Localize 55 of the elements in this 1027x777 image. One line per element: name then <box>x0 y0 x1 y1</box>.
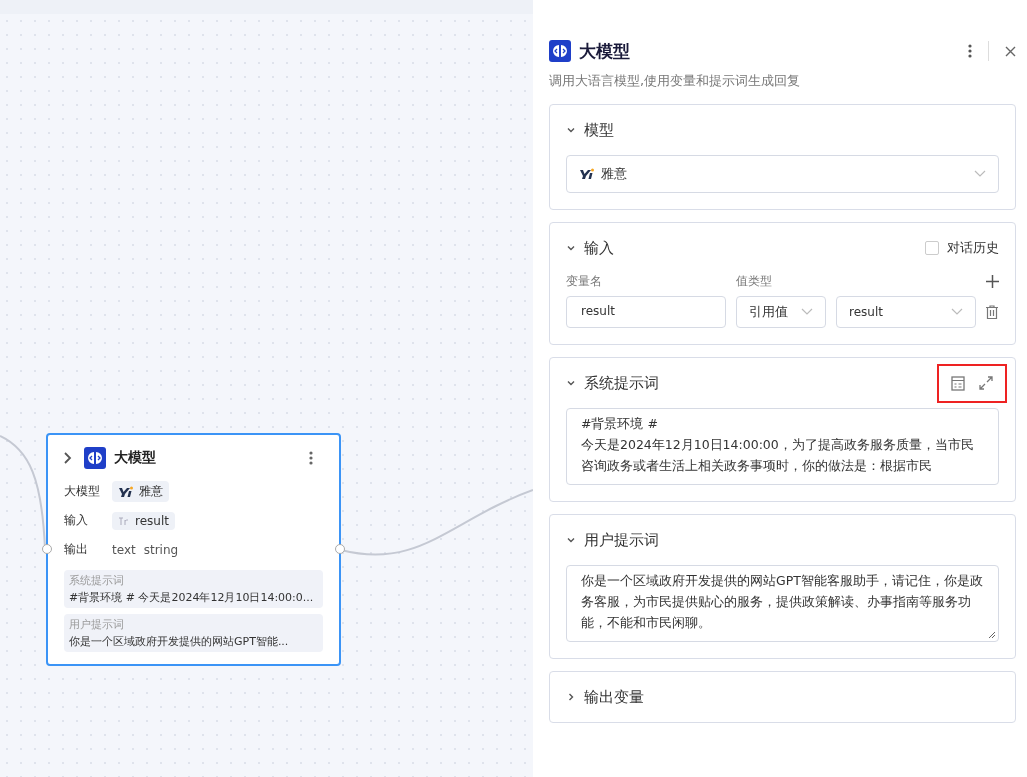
expand-icon[interactable] <box>979 376 993 390</box>
section-title[interactable]: 系统提示词 <box>584 373 659 393</box>
dropdown-chevron-icon <box>951 308 963 316</box>
preview-label: 系统提示词 <box>69 573 125 588</box>
value-type-select[interactable]: 引用值 <box>736 296 826 328</box>
node-title: 大模型 <box>114 449 156 467</box>
value-tag: result <box>112 511 175 530</box>
section-title[interactable]: 输出变量 <box>584 687 644 707</box>
chevron-right-icon[interactable] <box>64 452 72 464</box>
preview-text: #背景环境 # 今天是2024年12月10日14:00:0... <box>69 590 315 605</box>
chevron-icon[interactable] <box>566 125 576 135</box>
close-icon[interactable] <box>1005 45 1016 57</box>
value-tag: 雅意 <box>112 481 169 502</box>
reference-select[interactable]: result <box>836 296 976 328</box>
model-select[interactable]: 雅意 <box>566 155 999 193</box>
brain-icon <box>549 40 571 62</box>
chevron-icon[interactable] <box>566 692 576 702</box>
model-logo-icon <box>579 168 595 180</box>
prompt-text: 你是一个区域政府开发提供的网站GPT智能客服助手，请记住，你是政务客服，为市民提供贴心的服务，提供政策解读、办事指南等服务功能，不能和市民闲聊。 <box>581 572 984 632</box>
chevron-icon[interactable] <box>566 243 576 253</box>
output-name: text <box>112 542 136 557</box>
column-label: 值类型 <box>736 273 773 290</box>
prompt-textarea[interactable]: #背景环境 # 今天是2024年12月10日14:00:00，为了提高政务服务质量，当市民咨询政务或者生活上相关政务事项时，你的做法是：根据市民 <box>566 408 999 485</box>
checkbox[interactable] <box>925 241 939 255</box>
brain-icon <box>84 447 106 469</box>
section-title[interactable]: 输入 <box>584 238 614 258</box>
prompt-text: #背景环境 # 今天是2024年12月10日14:00:00，为了提高政务服务质量，当市民咨询政务或者生活上相关政务事项时，你的做法是：根据市民 <box>581 415 975 475</box>
field-label: 输出 <box>64 541 89 558</box>
prompt-textarea[interactable]: 你是一个区域政府开发提供的网站GPT智能客服助手，请记住，你是政务客服，为市民提供贴心的服务，提供政策解读、办事指南等服务功能，不能和市民闲聊。 <box>566 565 999 642</box>
field-label: 输入 <box>64 512 89 529</box>
connection-handle[interactable] <box>42 544 52 554</box>
connection-handle[interactable] <box>335 544 345 554</box>
delete-icon[interactable] <box>986 305 998 319</box>
checkbox-label: 对话历史 <box>947 239 999 257</box>
more-icon[interactable] <box>309 451 313 465</box>
dropdown-chevron-icon <box>801 308 813 316</box>
more-icon[interactable] <box>968 44 972 58</box>
dropdown-chevron-icon <box>974 170 986 178</box>
panel-title: 大模型 <box>579 39 630 63</box>
variable-name-field[interactable]: result <box>566 296 726 328</box>
panel-description: 调用大语言模型,使用变量和提示词生成回复 <box>549 72 802 90</box>
section-title[interactable]: 用户提示词 <box>584 530 659 550</box>
column-label: 变量名 <box>566 273 603 290</box>
template-icon[interactable] <box>951 375 965 391</box>
model-logo-icon <box>118 485 134 498</box>
chevron-icon[interactable] <box>566 535 576 545</box>
string-type-icon <box>118 515 130 526</box>
output-type: string <box>143 542 179 557</box>
add-icon[interactable] <box>986 275 999 288</box>
field-label: 大模型 <box>64 483 101 500</box>
preview-text: 你是一个区域政府开发提供的网站GPT智能... <box>69 634 290 649</box>
preview-label: 用户提示词 <box>69 617 125 632</box>
chevron-icon[interactable] <box>566 378 576 388</box>
resize-grip-icon <box>988 631 996 639</box>
section-title[interactable]: 模型 <box>584 120 614 140</box>
